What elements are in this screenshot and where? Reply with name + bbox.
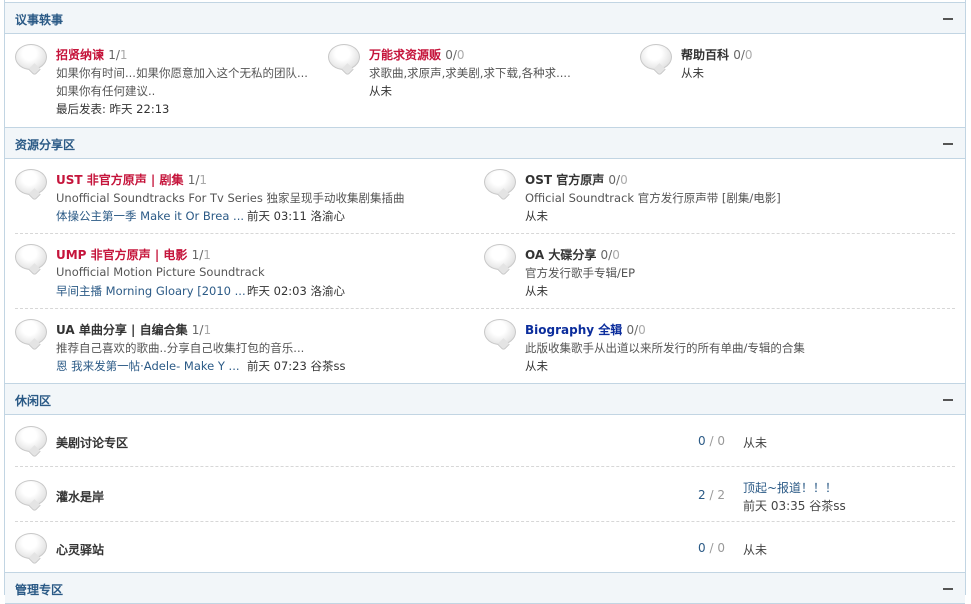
- forum-status-icon: [15, 169, 47, 195]
- collapse-icon[interactable]: [943, 143, 953, 145]
- forum-status-icon: [15, 426, 47, 452]
- last-post: 从未: [743, 543, 768, 557]
- forum-name[interactable]: UST 非官方原声 | 剧集 1/1: [56, 171, 207, 188]
- forum-name[interactable]: 美剧讨论专区: [56, 434, 128, 451]
- category-header: 议事轶事: [5, 2, 965, 34]
- category-header: 管理专区: [5, 572, 965, 604]
- last-post-title[interactable]: 体操公主第一季 Make it Or Brea ...: [56, 208, 244, 224]
- last-post-title[interactable]: 恩 我来发第一帖·Adele- Make Y ...: [56, 358, 240, 374]
- forum-name[interactable]: 帮助百科 0/0: [681, 46, 753, 63]
- forum-name[interactable]: OA 大碟分享 0/0: [525, 246, 620, 263]
- forum-status-icon: [640, 44, 672, 70]
- last-post: 从未: [525, 284, 548, 298]
- forum-name[interactable]: Biography 全辑 0/0: [525, 321, 646, 338]
- forum-description: 求歌曲,求原声,求美剧,求下载,各种求....: [369, 66, 571, 80]
- last-post-title[interactable]: 早间主播 Morning Gloary [2010 ...: [56, 283, 246, 299]
- forum-description: 如果你有时间...如果你愿意加入这个无私的团队...: [56, 66, 308, 80]
- forum-status-icon: [15, 319, 47, 345]
- forum-name[interactable]: 心灵驿站: [56, 541, 104, 558]
- category-title[interactable]: 议事轶事: [15, 11, 63, 28]
- collapse-icon[interactable]: [943, 399, 953, 401]
- forum-description: 推荐自己喜欢的歌曲..分享自己收集打包的音乐...: [56, 341, 305, 355]
- last-post-time: 前天 03:11 洛渝心: [247, 209, 345, 223]
- row-divider: [15, 521, 955, 522]
- forum-status-icon: [15, 244, 47, 270]
- forum-status-icon: [484, 169, 516, 195]
- forum-name[interactable]: UMP 非官方原声 | 电影 1/1: [56, 246, 211, 263]
- last-post-title[interactable]: 顶起~报道！！！: [743, 479, 837, 496]
- category-header: 资源分享区: [5, 127, 965, 159]
- last-post: 最后发表: 昨天 22:13: [56, 102, 170, 116]
- collapse-icon[interactable]: [943, 18, 953, 20]
- forum-name[interactable]: OST 官方原声 0/0: [525, 171, 628, 188]
- forum-status-icon: [484, 244, 516, 270]
- forum-description: Unofficial Soundtracks For Tv Series 独家呈…: [56, 191, 405, 205]
- last-post: 从未: [369, 84, 392, 98]
- forum-description: 官方发行歌手专辑/EP: [525, 266, 636, 280]
- forum-stats: 0 / 0: [698, 434, 725, 448]
- forum-name[interactable]: 万能求资源贩 0/0: [369, 46, 465, 63]
- forum-description: Unofficial Motion Picture Soundtrack: [56, 265, 265, 279]
- forum-stats: 0 / 0: [698, 541, 725, 555]
- forum-name[interactable]: 招贤纳谏 1/1: [56, 46, 128, 63]
- forum-status-icon: [484, 319, 516, 345]
- forum-status-icon: [15, 44, 47, 70]
- forum-status-icon: [15, 480, 47, 506]
- row-divider: [15, 308, 955, 309]
- forum-name[interactable]: UA 单曲分享 | 自编合集 1/1: [56, 321, 211, 338]
- forum-description: Official Soundtrack 官方发行原声带 [剧集/电影]: [525, 191, 781, 205]
- row-divider: [15, 233, 955, 234]
- forum-name[interactable]: 灌水是岸: [56, 488, 104, 505]
- last-post: 从未: [525, 359, 548, 373]
- category-header: 休闲区: [5, 383, 965, 415]
- collapse-icon[interactable]: [943, 588, 953, 590]
- row-divider: [15, 466, 955, 467]
- last-post-time: 前天 07:23 谷茶ss: [247, 359, 346, 373]
- category-title[interactable]: 资源分享区: [15, 136, 75, 153]
- forum-index: 议事轶事 招贤纳谏 1/1 如果你有时间...如果你愿意加入这个无私的团队...…: [4, 0, 966, 604]
- last-post: 从未: [525, 209, 548, 223]
- forum-status-icon: [328, 44, 360, 70]
- category-title[interactable]: 管理专区: [15, 581, 63, 598]
- forum-description: 如果你有任何建议..: [56, 84, 156, 98]
- last-post: 从未: [743, 436, 768, 450]
- last-post: 从未: [681, 66, 704, 80]
- forum-stats: 2 / 2: [698, 488, 725, 502]
- last-post-time: 昨天 02:03 洛渝心: [247, 284, 345, 298]
- category-title[interactable]: 休闲区: [15, 392, 51, 409]
- forum-description: 此版收集歌手从出道以来所发行的所有单曲/专辑的合集: [525, 341, 805, 355]
- forum-status-icon: [15, 533, 47, 559]
- last-post-time: 前天 03:35 谷茶ss: [743, 499, 846, 513]
